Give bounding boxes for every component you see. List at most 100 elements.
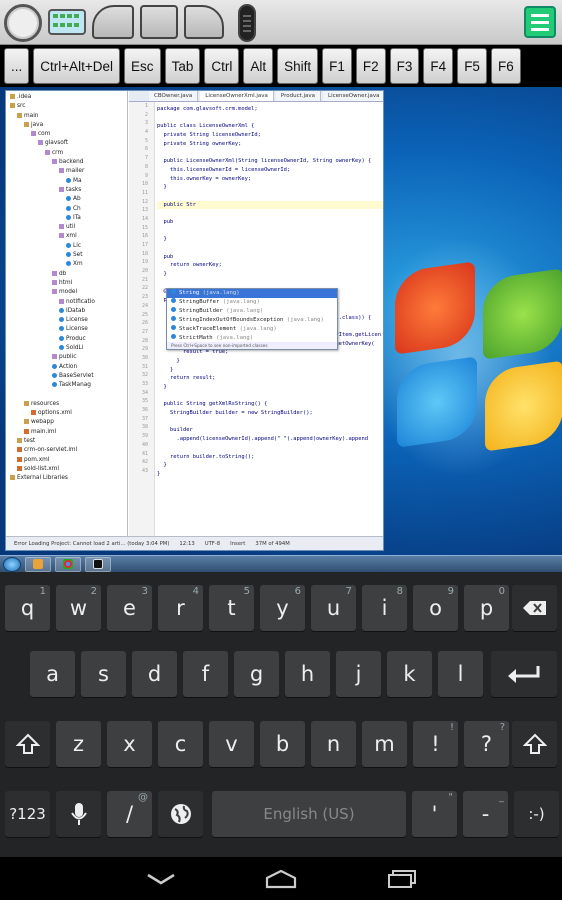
code-line[interactable]: } [157, 357, 383, 366]
autocomplete-item[interactable]: StringBuilder (java.lang) [167, 307, 337, 316]
ide-window[interactable]: .idea src main java com glavsoft crm backend mai… [5, 90, 384, 551]
code-line[interactable]: private String licenseOwnerId; [157, 131, 383, 140]
apostrophe-key[interactable]: ' " [412, 791, 457, 837]
start-button-icon[interactable] [3, 556, 21, 572]
code-line[interactable]: builder [157, 426, 383, 435]
tree-item[interactable]: main.iml [6, 428, 127, 437]
tree-item[interactable]: SoldLi [6, 344, 127, 353]
code-line[interactable]: pub [157, 218, 383, 227]
tree-item[interactable]: External Libraries [6, 474, 127, 483]
code-line[interactable]: .append(licenseOwnerId).append(" ").appe… [157, 435, 383, 444]
code-line[interactable]: return result; [157, 374, 383, 383]
key-v[interactable]: v [209, 721, 254, 767]
code-line[interactable]: } [157, 183, 383, 192]
code-line[interactable] [157, 227, 383, 236]
tree-item[interactable]: tasks [6, 186, 127, 195]
code-line[interactable]: StringBuilder builder = new StringBuilde… [157, 409, 383, 418]
code-line[interactable] [157, 114, 383, 123]
key-q[interactable]: q1 [5, 585, 50, 631]
special-key-3[interactable]: Tab [164, 48, 201, 84]
code-line[interactable]: public String getXmlRsString() { [157, 400, 383, 409]
tree-item[interactable]: Xm [6, 260, 127, 269]
recent-apps-icon[interactable] [386, 869, 418, 889]
tree-item[interactable]: Set [6, 251, 127, 260]
special-key-4[interactable]: Ctrl [204, 48, 240, 84]
code-line[interactable]: this.licenseOwnerId = licenseOwnerId; [157, 166, 383, 175]
back-icon[interactable] [145, 869, 177, 889]
tree-item[interactable]: webapp [6, 418, 127, 427]
connection-status-icon[interactable] [4, 4, 42, 42]
code-line[interactable] [157, 392, 383, 401]
key-a[interactable]: a [30, 651, 75, 697]
home-icon[interactable] [265, 869, 297, 889]
autocomplete-item[interactable]: String (java.lang) [167, 289, 337, 298]
code-line[interactable]: private String ownerKey; [157, 140, 383, 149]
special-key-5[interactable]: Alt [243, 48, 274, 84]
key-y[interactable]: y6 [260, 585, 305, 631]
tree-item[interactable]: xml [6, 232, 127, 241]
tree-item[interactable]: options.xml [6, 409, 127, 418]
tree-item[interactable]: IDatab [6, 307, 127, 316]
tree-item[interactable]: public [6, 353, 127, 362]
tree-item[interactable]: mailer [6, 167, 127, 176]
memory-indicator[interactable]: 37M of 494M [255, 541, 289, 547]
language-key[interactable] [158, 791, 203, 837]
key-z[interactable]: z [56, 721, 101, 767]
editor-tab[interactable]: Product.java [275, 91, 322, 101]
editor-tab[interactable]: LicenseOwner.java [323, 91, 383, 101]
tree-item[interactable]: resources [6, 400, 127, 409]
tree-item[interactable]: .idea [6, 93, 127, 102]
key-k[interactable]: k [387, 651, 432, 697]
code-line[interactable] [157, 148, 383, 157]
key-b[interactable]: b [260, 721, 305, 767]
code-line[interactable] [157, 444, 383, 453]
key-g[interactable]: g [234, 651, 279, 697]
middle-mouse-button-icon[interactable] [140, 5, 178, 39]
autocomplete-popup[interactable]: String (java.lang) StringBuffer (java.lan… [166, 288, 338, 350]
tree-item[interactable]: model [6, 288, 127, 297]
code-line[interactable]: public Str [157, 200, 383, 210]
key-c[interactable]: c [158, 721, 203, 767]
file-encoding[interactable]: UTF-8 [205, 541, 220, 547]
code-line[interactable] [157, 279, 383, 288]
code-line[interactable]: public LicenseOwnerXml(String licenseOwn… [157, 157, 383, 166]
key-p[interactable]: p0 [464, 585, 509, 631]
special-key-6[interactable]: Shift [277, 48, 319, 84]
key-f[interactable]: f [183, 651, 228, 697]
code-line[interactable]: } [157, 383, 383, 392]
code-line[interactable] [157, 209, 383, 218]
key-m[interactable]: m [362, 721, 407, 767]
code-line[interactable] [157, 192, 383, 201]
tree-item[interactable]: crm-on-servlet.iml [6, 446, 127, 455]
dash-key[interactable]: - _ [463, 791, 508, 837]
enter-key[interactable] [491, 651, 557, 697]
smiley-key[interactable]: :-) [514, 791, 559, 837]
tree-item[interactable]: sold-list.xml [6, 465, 127, 474]
special-key-12[interactable]: F6 [490, 48, 521, 84]
tree-item[interactable]: ITa [6, 214, 127, 223]
tree-item[interactable]: com [6, 130, 127, 139]
tree-item[interactable]: java [6, 121, 127, 130]
code-line[interactable]: } [157, 270, 383, 279]
key-j[interactable]: j [336, 651, 381, 697]
tree-item[interactable]: Ma [6, 177, 127, 186]
key-u[interactable]: u7 [311, 585, 356, 631]
autocomplete-item[interactable]: StringIndexOutOfBoundsException (java.la… [167, 316, 337, 325]
key-x[interactable]: x [107, 721, 152, 767]
code-line[interactable]: return ownerKey; [157, 261, 383, 270]
slash-key[interactable]: / @ [107, 791, 152, 837]
tree-item[interactable]: test [6, 437, 127, 446]
code-line[interactable]: this.ownerKey = ownerKey; [157, 175, 383, 184]
key-t[interactable]: t5 [209, 585, 254, 631]
code-line[interactable]: public class LicenseOwnerXml { [157, 122, 383, 131]
special-key-8[interactable]: F2 [355, 48, 386, 84]
tree-item[interactable]: backend [6, 158, 127, 167]
space-key[interactable]: English (US) [212, 791, 406, 837]
keyboard-icon[interactable] [48, 9, 86, 35]
key-exclaim[interactable]: !! [413, 721, 458, 767]
taskbar-chrome-icon[interactable] [55, 556, 81, 572]
left-mouse-button-icon[interactable] [92, 5, 134, 39]
special-key-2[interactable]: Esc [124, 48, 161, 84]
special-key-10[interactable]: F4 [423, 48, 454, 84]
taskbar-explorer-icon[interactable] [25, 556, 51, 572]
